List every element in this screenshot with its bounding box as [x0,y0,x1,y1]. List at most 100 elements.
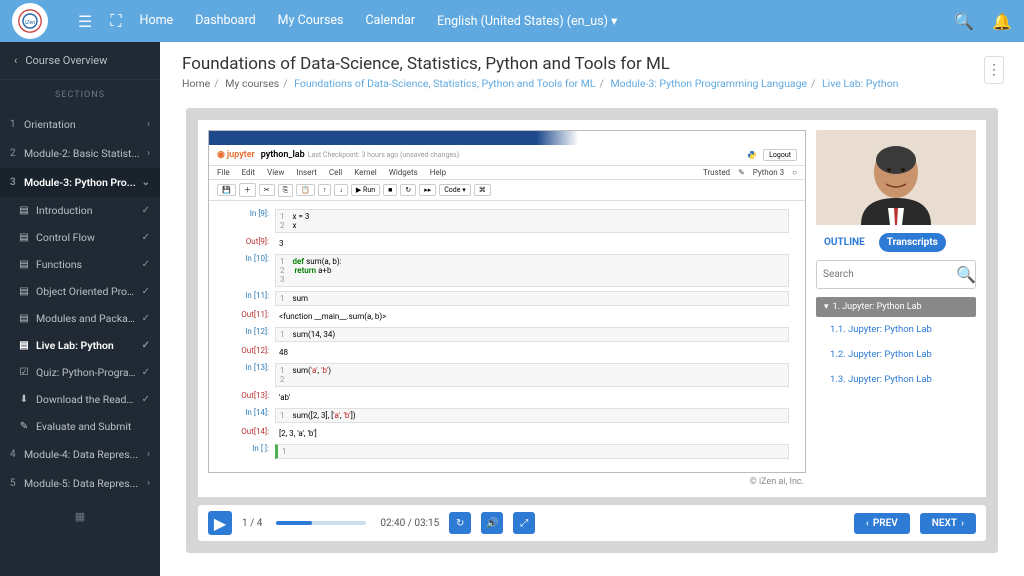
logo[interactable]: iZen [12,3,48,39]
tb-celltype[interactable]: Code ▾ [439,184,470,196]
tb-copy[interactable]: ⎘ [278,184,294,197]
sidebar-section-2[interactable]: 2Module-2: Basic Statist...› [0,139,160,168]
prev-button[interactable]: ‹PREV [854,513,910,534]
caret-down-icon: ▾ [824,302,829,312]
sidebar-section-5[interactable]: 5Module-5: Data Repres...› [0,469,160,498]
nav-language[interactable]: English (United States) (en_us) ▾ [437,13,617,29]
jupyter-toolbar: 💾 ＋ ✂ ⎘ 📋 ↑ ↓ ▶ Run ■ ↻ ▸▸ Code ▾ [209,180,805,201]
nav-dashboard[interactable]: Dashboard [195,13,255,29]
sidebar-section-3[interactable]: 3Module-3: Python Pro...⌄ [0,168,160,197]
menu-help[interactable]: Help [430,168,446,177]
search-box[interactable]: 🔍 [816,260,976,289]
crumb-mycourses[interactable]: My courses [225,77,279,90]
sidebar-item-functions[interactable]: ▤Functions✓ [0,251,160,278]
replay-button[interactable]: ↻ [449,512,471,534]
jupyter-cells[interactable]: In [9]:1x = 32x Out[9]:3 In [10]:1def sum(… [209,201,805,472]
crumb-module[interactable]: Module-3: Python Programming Language [611,77,808,90]
tb-down[interactable]: ↓ [334,184,348,196]
crumb-course[interactable]: Foundations of Data-Science, Statistics,… [294,77,595,90]
jupyter-cell[interactable]: In [14]:1sum([2, 3], ['a', 'b']) [225,408,789,423]
jupyter-cell[interactable]: Out[14]:[2, 3, 'a', 'b'] [225,427,789,440]
jupyter-cell[interactable]: In [ ]:1 [225,444,789,459]
notebook-title[interactable]: python_lab [261,150,305,160]
tb-run[interactable]: ▶ Run [351,184,380,196]
jupyter-cell[interactable]: In [9]:1x = 32x [225,209,789,233]
menu-edit[interactable]: Edit [242,168,256,177]
tb-ff[interactable]: ▸▸ [419,184,436,196]
logout-button[interactable]: Logout [763,149,797,161]
transcript-item[interactable]: 1.2. Jupyter: Python Lab [816,342,976,367]
menu-widgets[interactable]: Widgets [389,168,418,177]
time-indicator: 02:40 / 03:15 [380,518,439,529]
sidebar-item-intro[interactable]: ▤Introduction✓ [0,197,160,224]
tb-add[interactable]: ＋ [239,183,256,197]
sidebar-item-quiz[interactable]: ☑Quiz: Python-Program...✓ [0,359,160,386]
tb-stop[interactable]: ■ [383,184,397,196]
tb-save[interactable]: 💾 [217,184,236,196]
jupyter-cell[interactable]: In [13]:1sum('a', 'b')2 [225,363,789,387]
jupyter-cell[interactable]: In [11]:1sum [225,291,789,306]
transcript-item[interactable]: 1.1. Jupyter: Python Lab [816,317,976,342]
sidebar-item-controlflow[interactable]: ▤Control Flow✓ [0,224,160,251]
jupyter-cell[interactable]: Out[9]:3 [225,237,789,250]
transcript-item[interactable]: 1.3. Jupyter: Python Lab [816,367,976,392]
tb-restart[interactable]: ↻ [400,184,416,196]
side-panel: OUTLINE Transcripts 🔍 ▾1. Jupyter: Pytho… [816,130,976,487]
fullscreen-button[interactable]: ⤢ [513,512,535,534]
crumb-home[interactable]: Home [182,77,210,90]
menu-view[interactable]: View [267,168,284,177]
tb-up[interactable]: ↑ [318,184,332,196]
jupyter-cell[interactable]: In [12]:1sum(14, 34) [225,327,789,342]
search-input[interactable] [823,269,956,280]
sidebar-item-livelab[interactable]: ▤Live Lab: Python✓ [0,332,160,359]
copyright: © iZen ai, Inc. [208,473,806,487]
jupyter-cell[interactable]: Out[11]:<function __main__.sum(a, b)> [225,310,789,323]
tb-cmd[interactable]: ⌘ [474,184,491,196]
volume-button[interactable]: 🔊 [481,512,503,534]
sidebar-item-modules[interactable]: ▤Modules and Packages✓ [0,305,160,332]
sidebar-section-1[interactable]: 1Orientation› [0,110,160,139]
search-icon[interactable]: 🔍 [954,12,974,31]
doc-icon: ▤ [18,232,30,244]
menu-insert[interactable]: Insert [296,168,317,177]
tb-paste[interactable]: 📋 [296,184,315,196]
jupyter-cell[interactable]: Out[13]:'ab' [225,391,789,404]
nav-mycourses[interactable]: My Courses [278,13,344,29]
options-button[interactable]: ⋮ [984,56,1004,84]
check-icon: ✓ [142,313,150,324]
jupyter-cell[interactable]: Out[12]:48 [225,346,789,359]
tab-outline[interactable]: OUTLINE [816,233,873,252]
sidebar-item-oop[interactable]: ▤Object Oriented Progr...✓ [0,278,160,305]
python-icon [747,150,757,160]
notification-icon[interactable]: 🔔 [992,12,1012,31]
hamburger-icon[interactable]: ☰ [78,12,92,31]
next-button[interactable]: NEXT› [920,513,976,534]
tab-transcripts[interactable]: Transcripts [879,233,946,252]
svg-text:iZen: iZen [25,20,35,26]
menu-file[interactable]: File [217,168,230,177]
main: ⋮ Foundations of Data-Science, Statistic… [160,42,1024,576]
fullscreen-icon[interactable]: ⛶ [110,11,121,31]
nav-home[interactable]: Home [140,13,174,29]
sidebar-item-download[interactable]: ⬇Download the Readme...✓ [0,386,160,413]
search-icon[interactable]: 🔍 [956,265,976,284]
pencil-icon[interactable]: ✎ [738,168,745,177]
kernel-label[interactable]: Python 3 [753,168,784,177]
check-icon: ✓ [142,394,150,405]
jupyter-cell[interactable]: In [10]:1def sum(a, b):2 return a+b3 [225,254,789,287]
transcript-section-head[interactable]: ▾1. Jupyter: Python Lab [816,297,976,317]
sidebar-back[interactable]: ‹ Course Overview [0,42,160,80]
menu-kernel[interactable]: Kernel [354,168,376,177]
nav-calendar[interactable]: Calendar [366,13,416,29]
jupyter-banner [209,131,805,145]
menu-cell[interactable]: Cell [329,168,342,177]
nav-links: Home Dashboard My Courses Calendar Engli… [140,13,618,29]
progress-bar[interactable] [276,521,366,525]
sidebar-item-submit[interactable]: ✎Evaluate and Submit [0,413,160,440]
video-area: ◉ jupyter python_lab Last Checkpoint: 3 … [208,130,806,487]
sidebar-collapse-icon[interactable]: ▦ [0,498,160,535]
play-button[interactable]: ▶ [208,511,232,535]
crumb-current[interactable]: Live Lab: Python [822,77,898,90]
sidebar-section-4[interactable]: 4Module-4: Data Repres...› [0,440,160,469]
tb-cut[interactable]: ✂ [259,184,275,196]
